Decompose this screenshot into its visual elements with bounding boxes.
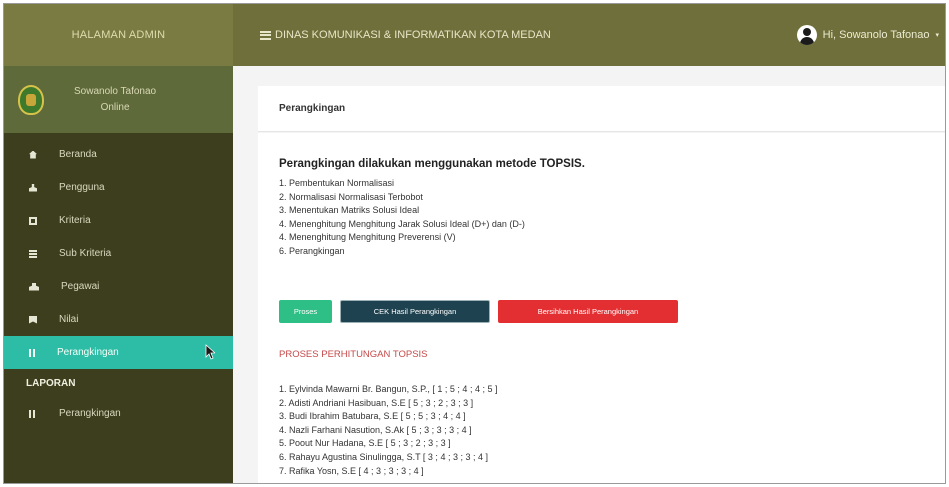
method-heading: Perangkingan dilakukan menggunakan metod… [279, 158, 585, 170]
home-icon [29, 150, 37, 159]
step-item: 4. Menenghitung Menghitung Jarak Solusi … [279, 218, 525, 229]
table-icon [29, 216, 37, 225]
sidebar-item-pegawai[interactable]: Pegawai [4, 270, 233, 303]
sidebar-profile: Sowanolo Tafonao Online [4, 66, 233, 133]
step-item: 2. Normalisasi Normalisasi Terbobot [279, 191, 423, 202]
sidebar-item-label: Nilai [59, 314, 79, 325]
bars-icon [29, 409, 37, 418]
sidebar-item-sub-kriteria[interactable]: Sub Kriteria [4, 237, 233, 270]
navbar-title: DINAS KOMUNIKASI & INFORMATIKAN KOTA MED… [260, 4, 551, 66]
caret-down-icon: ▾ [935, 32, 939, 39]
top-navbar: HALAMAN ADMIN DINAS KOMUNIKASI & INFORMA… [4, 4, 945, 66]
brand-logo-text[interactable]: HALAMAN ADMIN [4, 4, 233, 66]
sidebar-menu: Beranda Pengguna Kriteria Sub Kriteria P… [4, 138, 233, 430]
main-content: Perangkingan Perangkingan dilakukan meng… [233, 66, 945, 483]
list-item: 5. Poout Nur Hadana, S.E [ 5 ; 3 ; 2 ; 3… [279, 438, 451, 449]
bookmark-icon [29, 315, 37, 324]
sidebar-item-perangkingan[interactable]: Perangkingan [4, 336, 233, 369]
bersihkan-hasil-button[interactable]: Bersihkan Hasil Perangkingan [498, 300, 678, 323]
list-item: 3. Budi Ibrahim Batubara, S.E [ 5 ; 5 ; … [279, 411, 466, 422]
app-window: HALAMAN ADMIN DINAS KOMUNIKASI & INFORMA… [3, 3, 946, 484]
agency-title: DINAS KOMUNIKASI & INFORMATIKAN KOTA MED… [275, 29, 551, 41]
step-item: 6. Perangkingan [279, 245, 345, 256]
hamburger-menu-icon[interactable] [260, 30, 271, 40]
steps-list: 1. Pembentukan Normalisasi 2. Normalisas… [279, 177, 525, 259]
list-item: 1. Eylvinda Mawarni Br. Bangun, S.P., [ … [279, 384, 498, 394]
list-item: 2. Adisti Andriani Hasibuan, S.E [ 5 ; 3… [279, 397, 474, 408]
list-item: 6. Rahayu Agustina Sinulingga, S.T [ 3 ;… [279, 451, 488, 462]
list-icon [29, 249, 37, 258]
sidebar-item-label: Sub Kriteria [59, 248, 112, 259]
process-title: PROSES PERHITUNGAN TOPSIS [279, 349, 428, 360]
user-menu[interactable]: Hi, Sowanolo Tafonao ▾ [796, 4, 939, 66]
step-item: 3. Menentukan Matriks Solusi Ideal [279, 205, 420, 216]
bars-icon [29, 348, 35, 357]
cek-hasil-button[interactable]: CEK Hasil Perangkingan [340, 300, 490, 323]
profile-name: Sowanolo Tafonao [74, 86, 157, 97]
user-greeting: Hi, Sowanolo Tafonao [822, 29, 930, 41]
action-buttons: Proses CEK Hasil Perangkingan Bersihkan … [279, 300, 678, 323]
list-item: 7. Rafika Yosn, S.E [ 4 ; 3 ; 3 ; 3 ; 4 … [279, 465, 424, 476]
sidebar-item-kriteria[interactable]: Kriteria [4, 204, 233, 237]
sidebar-item-label: Kriteria [59, 215, 91, 226]
proses-button[interactable]: Proses [279, 300, 332, 323]
sidebar-item-laporan-perangkingan[interactable]: Perangkingan [4, 397, 233, 430]
step-item: 4. Menenghitung Menghitung Preverensi (V… [279, 232, 456, 243]
profile-status: Online [100, 102, 130, 113]
sidebar-item-label: Pengguna [59, 182, 105, 193]
sidebar-item-label: Perangkingan [57, 347, 119, 358]
card-header: Perangkingan [258, 86, 945, 132]
user-avatar-icon [796, 25, 817, 45]
step-item: 1. Pembentukan Normalisasi [279, 178, 395, 188]
sidebar-item-pengguna[interactable]: Pengguna [4, 171, 233, 204]
card-body: Perangkingan dilakukan menggunakan metod… [258, 133, 945, 483]
sidebar-section-laporan: LAPORAN [26, 377, 76, 389]
users-icon [29, 282, 39, 291]
mouse-pointer-icon [205, 344, 215, 360]
list-item: 4. Nazli Farhani Nasution, S.Ak [ 5 ; 3 … [279, 424, 472, 435]
sidebar-item-label: Pegawai [61, 281, 100, 292]
sidebar-item-nilai[interactable]: Nilai [4, 303, 233, 336]
results-list: 1. Eylvinda Mawarni Br. Bangun, S.P., [ … [279, 383, 497, 478]
user-icon [29, 183, 37, 192]
sidebar-item-label: Beranda [59, 149, 97, 160]
sidebar-item-beranda[interactable]: Beranda [4, 138, 233, 171]
card-title: Perangkingan [279, 103, 346, 114]
city-emblem-logo [18, 84, 44, 115]
sidebar-item-label: Perangkingan [59, 408, 121, 419]
sidebar: Sowanolo Tafonao Online Beranda Pengguna… [4, 66, 233, 483]
